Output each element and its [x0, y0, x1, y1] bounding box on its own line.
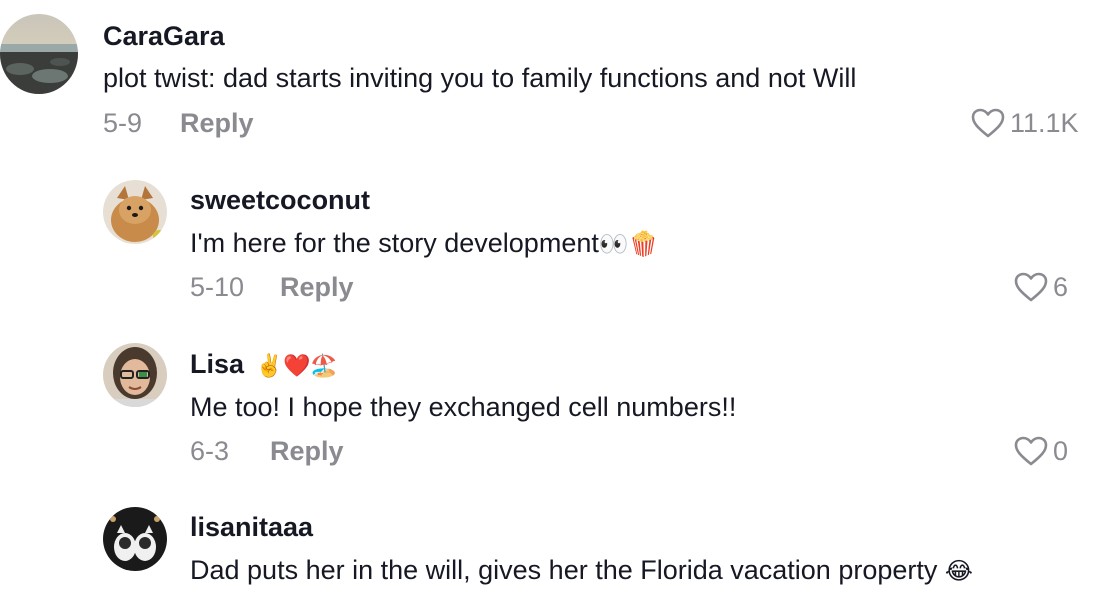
- beach-photo-avatar-icon: [0, 14, 78, 94]
- comment-text: Me too! I hope they exchanged cell numbe…: [190, 392, 737, 422]
- comment-username[interactable]: lisanitaaa: [190, 511, 313, 543]
- like-count: 6: [1053, 272, 1069, 302]
- user-avatar[interactable]: [103, 180, 167, 244]
- reply-button[interactable]: Reply: [180, 107, 254, 139]
- comment-date: 6-3: [190, 436, 230, 466]
- like-button[interactable]: 6: [1013, 271, 1068, 303]
- comment-date: 5-9: [103, 108, 143, 138]
- reply-button[interactable]: Reply: [270, 435, 344, 467]
- person-photo-avatar-icon: [103, 343, 167, 407]
- cats-photo-avatar-icon: [103, 507, 167, 571]
- heart-icon: [1014, 272, 1048, 302]
- like-count: 11.1K: [1010, 108, 1079, 138]
- comment-username[interactable]: sweetcoconut: [190, 184, 370, 216]
- heart-icon: [1014, 436, 1048, 466]
- peace-heart-beach-emoji: ✌️❤️🏖️: [255, 352, 338, 378]
- like-button[interactable]: 0: [1013, 435, 1068, 467]
- comment-text-body: I'm here for the story development: [190, 228, 599, 258]
- comment-date: 5-10: [190, 272, 245, 302]
- heart-icon: [971, 108, 1005, 138]
- comment-text: Dad puts her in the will, gives her the …: [190, 554, 973, 588]
- comment-text: I'm here for the story development👀🍿: [190, 227, 659, 261]
- comment-text: plot twist: dad starts inviting you to f…: [103, 63, 857, 93]
- laughing-emoji: 😂: [944, 557, 973, 585]
- reply-button[interactable]: Reply: [280, 271, 354, 303]
- like-button[interactable]: 11.1K: [970, 107, 1079, 139]
- comment-username[interactable]: Lisa ✌️❤️🏖️: [190, 348, 338, 382]
- user-avatar[interactable]: [0, 14, 78, 94]
- user-avatar[interactable]: [103, 343, 167, 407]
- comment-username[interactable]: CaraGara: [103, 20, 225, 52]
- dog-photo-avatar-icon: [103, 180, 167, 244]
- comment-username-text: Lisa: [190, 349, 245, 379]
- user-avatar[interactable]: [103, 507, 167, 571]
- comment-text-body: Dad puts her in the will, gives her the …: [190, 555, 938, 585]
- like-count: 0: [1053, 436, 1069, 466]
- eyes-popcorn-emoji: 👀🍿: [598, 230, 659, 258]
